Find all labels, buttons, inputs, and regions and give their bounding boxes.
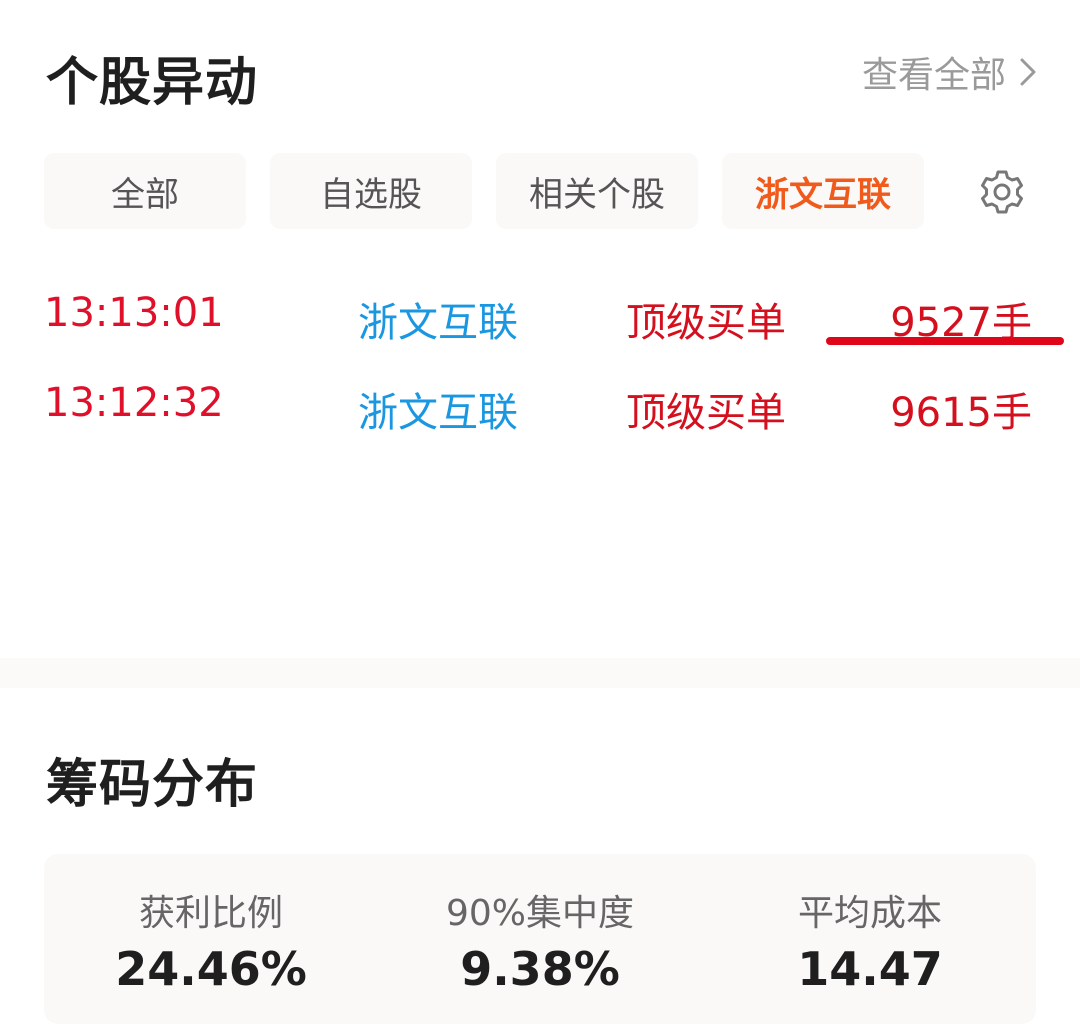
stat-value: 24.46% xyxy=(115,942,307,996)
chevron-right-icon xyxy=(1020,58,1036,86)
gear-icon[interactable] xyxy=(978,168,1026,216)
tab-current-stock[interactable]: 浙文互联 xyxy=(722,153,924,229)
row-1-time: 13:13:01 xyxy=(44,290,224,336)
row-2-stock[interactable]: 浙文互联 xyxy=(358,380,518,438)
row-2-time: 13:12:32 xyxy=(44,380,224,426)
row-1-stock[interactable]: 浙文互联 xyxy=(358,290,518,348)
chip-stats-card: 获利比例 24.46% 90%集中度 9.38% 平均成本 14.47 xyxy=(44,854,1036,1024)
row-2-volume: 9615手 xyxy=(890,390,1032,436)
row-2-type: 顶级买单 xyxy=(626,390,786,436)
view-all-link[interactable]: 查看全部 xyxy=(862,46,1036,98)
section-title-chip-distribution: 筹码分布 xyxy=(46,755,259,815)
tab-related-stocks[interactable]: 相关个股 xyxy=(496,153,698,229)
stat-label: 90%集中度 xyxy=(445,893,635,934)
tab-watchlist[interactable]: 自选股 xyxy=(270,153,472,229)
view-all-label: 查看全部 xyxy=(861,55,1006,96)
stat-value: 9.38% xyxy=(460,942,620,996)
section-divider xyxy=(0,658,1080,688)
section-title-stock-anomaly: 个股异动 xyxy=(46,53,259,113)
tab-all[interactable]: 全部 xyxy=(44,153,246,229)
stat-label: 平均成本 xyxy=(797,893,942,934)
stat-value: 14.47 xyxy=(797,942,943,996)
stat-label: 获利比例 xyxy=(138,893,283,934)
row-1-type: 顶级买单 xyxy=(626,300,786,346)
volume-underline-mark xyxy=(826,337,1064,345)
